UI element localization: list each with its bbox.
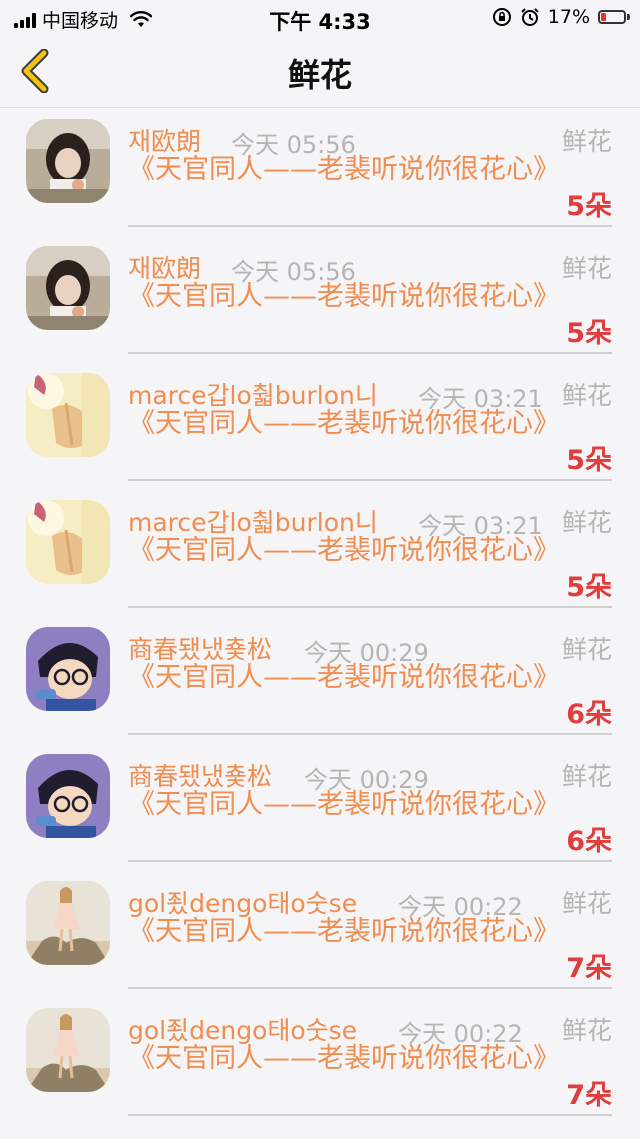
gift-row-content: 재欧朗 今天 05:56 鲜花 《天官同人——老裴听说你很花心》 5朵 (128, 235, 612, 354)
book-title[interactable]: 《天官同人——老裴听说你很花心》 (128, 154, 560, 186)
orientation-lock-icon (492, 8, 511, 26)
status-right: 17% (492, 6, 630, 28)
nav-bar: 鲜花 (0, 36, 640, 108)
gift-row[interactable]: gol죘dengo태o숫se 今天 00:22 鲜花 《天官同人——老裴听说你很花心》… (0, 870, 640, 997)
user-name[interactable]: gol죘dengo태o숫se (128, 884, 357, 920)
user-name[interactable]: marce갑lo춻burlon니 (128, 503, 378, 539)
gift-row[interactable]: gol죘dengo태o숫se 今天 00:22 鲜花 《天官同人——老裴听说你很花心》… (0, 997, 640, 1124)
gift-count: 6朵 (566, 699, 612, 730)
gift-count: 6朵 (566, 826, 612, 857)
avatar[interactable] (26, 754, 110, 838)
gift-row-content: 商春됐냈춏松 今天 00:29 鲜花 《天官同人——老裴听说你很花心》 6朵 (128, 743, 612, 862)
user-name[interactable]: 재欧朗 (128, 122, 201, 158)
avatar[interactable] (26, 1008, 110, 1092)
book-title[interactable]: 《天官同人——老裴听说你很花心》 (128, 789, 560, 821)
gift-row-content: gol죘dengo태o숫se 今天 00:22 鲜花 《天官同人——老裴听说你很花心》… (128, 870, 612, 989)
gift-type-label: 鲜花 (561, 127, 612, 156)
battery-icon (598, 10, 630, 24)
gift-row[interactable]: 商春됐냈춏松 今天 00:29 鲜花 《天官同人——老裴听说你很花心》 6朵 (0, 616, 640, 743)
avatar[interactable] (26, 627, 110, 711)
user-name[interactable]: 재欧朗 (128, 249, 201, 285)
book-title[interactable]: 《天官同人——老裴听说你很花心》 (128, 535, 560, 567)
gift-type-label: 鲜花 (561, 381, 612, 410)
gift-type-label: 鲜花 (561, 1016, 612, 1045)
gift-row-content: 재欧朗 今天 05:56 鲜花 《天官同人——老裴听说你很花心》 5朵 (128, 108, 612, 227)
book-title[interactable]: 《天官同人——老裴听说你很花心》 (128, 1043, 560, 1075)
avatar[interactable] (26, 500, 110, 584)
avatar[interactable] (26, 881, 110, 965)
battery-percent: 17% (547, 6, 590, 28)
gift-count: 7朵 (566, 953, 612, 984)
user-name[interactable]: gol죘dengo태o숫se (128, 1011, 357, 1047)
gift-row[interactable]: marce갑lo춻burlon니 今天 03:21 鲜花 《天官同人——老裴听说你很花… (0, 362, 640, 489)
book-title[interactable]: 《天官同人——老裴听说你很花心》 (128, 408, 560, 440)
gift-type-label: 鲜花 (561, 635, 612, 664)
gift-row-content: gol죘dengo태o숫se 今天 00:22 鲜花 《天官同人——老裴听说你很花心》… (128, 997, 612, 1116)
gift-type-label: 鲜花 (561, 762, 612, 791)
page-title: 鲜花 (287, 56, 352, 94)
gift-count: 5朵 (566, 191, 612, 222)
avatar[interactable] (26, 246, 110, 330)
book-title[interactable]: 《天官同人——老裴听说你很花心》 (128, 662, 560, 694)
status-bar: 中国移动 下午 4:33 17% (0, 0, 640, 36)
gift-count: 5朵 (566, 445, 612, 476)
gift-count: 5朵 (566, 318, 612, 349)
gift-list[interactable]: 재欧朗 今天 05:56 鲜花 《天官同人——老裴听说你很花心》 5朵 재欧朗 今天 05:… (0, 108, 640, 1139)
gift-count: 7朵 (566, 1080, 612, 1111)
avatar[interactable] (26, 119, 110, 203)
book-title[interactable]: 《天官同人——老裴听说你很花心》 (128, 916, 560, 948)
user-name[interactable]: marce갑lo춻burlon니 (128, 376, 378, 412)
gift-type-label: 鲜花 (561, 254, 612, 283)
book-title[interactable]: 《天官同人——老裴听说你很花心》 (128, 281, 560, 313)
gift-row-content: marce갑lo춻burlon니 今天 03:21 鲜花 《天官同人——老裴听说你很花… (128, 362, 612, 481)
gift-row-content: marce갑lo춻burlon니 今天 03:21 鲜花 《天官同人——老裴听说你很花… (128, 489, 612, 608)
alarm-icon (521, 8, 539, 26)
gift-row-content: 商春됐냈춏松 今天 00:29 鲜花 《天官同人——老裴听说你很花心》 6朵 (128, 616, 612, 735)
avatar[interactable] (26, 373, 110, 457)
gift-row[interactable]: marce갑lo춻burlon니 今天 03:21 鲜花 《天官同人——老裴听说你很花… (0, 489, 640, 616)
user-name[interactable]: 商春됐냈춏松 (128, 630, 272, 666)
gift-count: 5朵 (566, 572, 612, 603)
gift-row[interactable]: 商春됐냈춏松 今天 00:29 鲜花 《天官同人——老裴听说你很花心》 6朵 (0, 743, 640, 870)
user-name[interactable]: 商春됐냈춏松 (128, 757, 272, 793)
gift-row[interactable]: 재欧朗 今天 05:56 鲜花 《天官同人——老裴听说你很花心》 5朵 (0, 235, 640, 362)
gift-row[interactable]: 재欧朗 今天 05:56 鲜花 《天官同人——老裴听说你很花心》 5朵 (0, 108, 640, 235)
gift-type-label: 鲜花 (561, 889, 612, 918)
gift-type-label: 鲜花 (561, 508, 612, 537)
